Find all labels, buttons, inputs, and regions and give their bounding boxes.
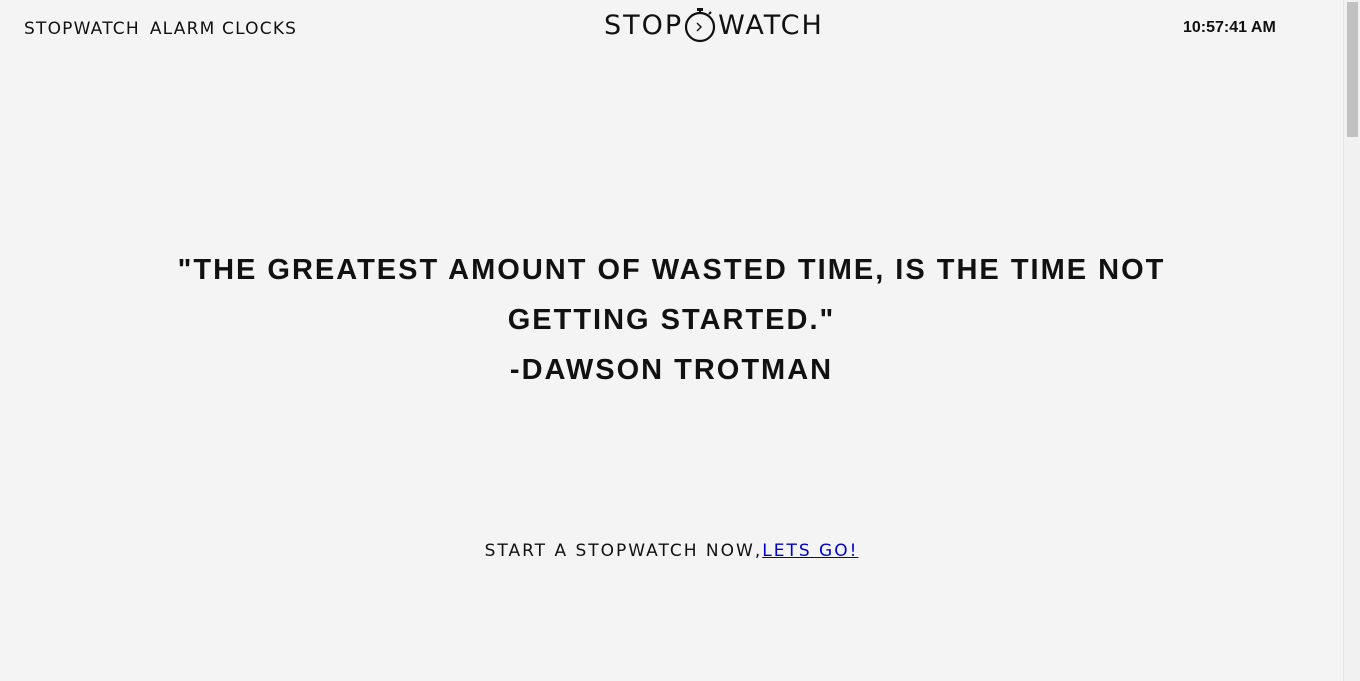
lets-go-link[interactable]: LETS GO! — [762, 541, 858, 561]
page: STOPWATCH ALARM CLOCKS STOP WATCH 10:57:… — [0, 0, 1343, 681]
current-time: 10:57:41 AM — [1183, 19, 1276, 36]
top-nav: STOPWATCH ALARM CLOCKS — [24, 19, 297, 39]
stopwatch-icon — [683, 7, 717, 43]
quote-line-2: GETTING STARTED." — [507, 304, 836, 336]
logo-text-right: WATCH — [718, 9, 824, 41]
header: STOPWATCH ALARM CLOCKS STOP WATCH 10:57:… — [0, 0, 1343, 60]
quote-line-1: "THE GREATEST AMOUNT OF WASTED TIME, IS … — [177, 254, 1166, 286]
quote-block: "THE GREATEST AMOUNT OF WASTED TIME, IS … — [0, 245, 1343, 395]
nav-alarm-clocks-link[interactable]: ALARM CLOCKS — [150, 19, 297, 39]
scrollbar-thumb[interactable] — [1347, 2, 1358, 137]
vertical-scrollbar[interactable] — [1343, 0, 1360, 681]
nav-stopwatch-link[interactable]: STOPWATCH — [24, 19, 140, 39]
call-to-action: START A STOPWATCH NOW,LETS GO! — [0, 541, 1343, 561]
cta-text: START A STOPWATCH NOW, — [484, 541, 763, 561]
logo-text-left: STOP — [604, 9, 684, 41]
quote-author: -DAWSON TROTMAN — [509, 354, 834, 386]
site-logo[interactable]: STOP WATCH — [604, 7, 824, 43]
